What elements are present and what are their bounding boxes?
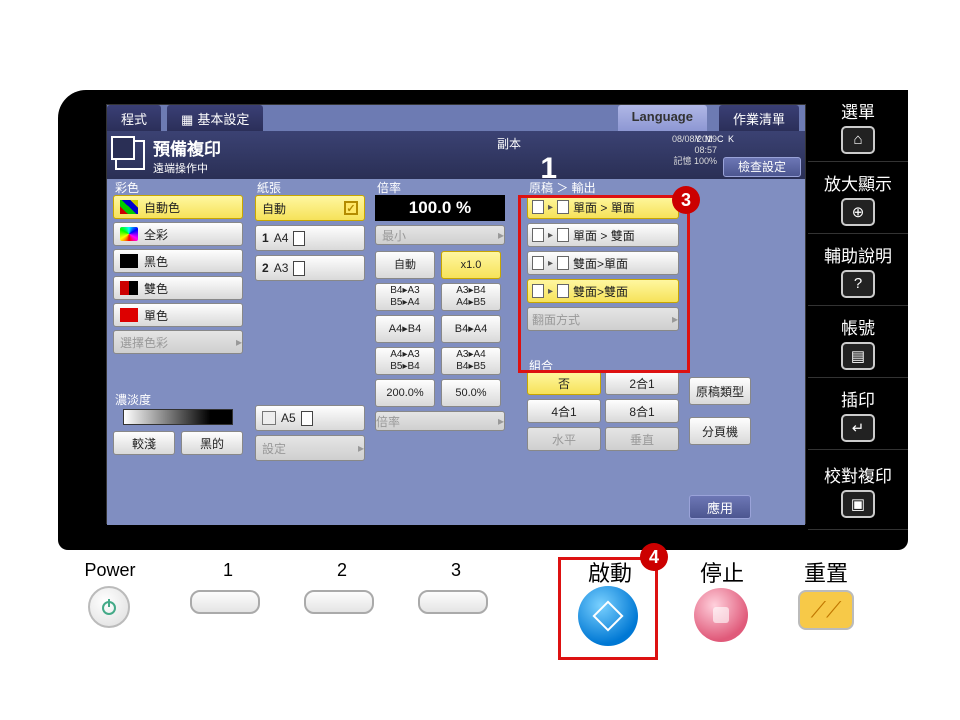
zoom-a4b4[interactable]: A4▸B4 (375, 315, 435, 343)
copy-icon (115, 140, 145, 170)
density-darker[interactable]: 黑的 (181, 431, 243, 455)
help-icon: ? (841, 270, 875, 298)
zoom-a3b4-a4b5[interactable]: A3▸B4A4▸B5 (441, 283, 501, 311)
color-label: 彩色 (115, 179, 139, 196)
combine-2in1[interactable]: 2合1 (605, 371, 679, 395)
check-settings-button[interactable]: 檢查設定 (723, 157, 801, 177)
paper-tray-5[interactable]: A5 (255, 405, 365, 431)
zoom-label: 倍率 (377, 179, 401, 196)
help-key[interactable]: 輔助說明? (808, 234, 908, 306)
zoom-b4a3-b5a4[interactable]: B4▸A3B5▸A4 (375, 283, 435, 311)
num1-label: 1 (198, 560, 258, 581)
finisher-button[interactable]: 分頁機 (689, 417, 751, 445)
status-bar: 預備複印 遠端操作中 副本 1 08/08/2019 08:57 記憶 100%… (107, 131, 805, 179)
stop-icon (713, 607, 729, 623)
power-label: Power (80, 560, 140, 581)
hard-key-strip: 選單⌂ 放大顯示⊕ 輔助說明? 帳號▤ 插印↵ 校對複印▣ (808, 90, 908, 550)
interrupt-key[interactable]: 插印↵ (808, 378, 908, 450)
touchscreen: 程式 ▦基本設定 Language 作業清單 預備複印 遠端操作中 副本 1 0… (106, 104, 806, 524)
color-select: 選擇色彩▸ (113, 330, 243, 354)
simplex-simplex[interactable]: ▸單面 > 單面 (527, 195, 679, 219)
combine-8in1[interactable]: 8合1 (605, 399, 679, 423)
color-full[interactable]: 全彩 (113, 222, 243, 246)
menu-key[interactable]: 選單⌂ (808, 90, 908, 162)
callout-badge-3: 3 (672, 186, 700, 214)
reset-button[interactable]: ⟋⟋ (798, 590, 854, 630)
combine-vertical: 垂直 (605, 427, 679, 451)
original-type-button[interactable]: 原稿類型 (689, 377, 751, 405)
zoom-value: 100.0 % (375, 195, 505, 221)
zoom-x1[interactable]: x1.0 (441, 251, 501, 279)
color-auto[interactable]: 自動色 (113, 195, 243, 219)
duplex-simplex[interactable]: ▸雙面>單面 (527, 251, 679, 275)
simplex-duplex[interactable]: ▸單面 > 雙面 (527, 223, 679, 247)
tab-language[interactable]: Language (618, 105, 707, 131)
combine-horizontal: 水平 (527, 427, 601, 451)
home-icon: ⌂ (841, 126, 875, 154)
tab-job-list[interactable]: 作業清單 (719, 105, 799, 131)
account-icon: ▤ (841, 342, 875, 370)
power-icon (100, 598, 118, 616)
zoom-auto[interactable]: 自動 (375, 251, 435, 279)
duplex-duplex[interactable]: ▸雙面>雙面 (527, 279, 679, 303)
reset-icon: ⟋⟋ (811, 597, 842, 623)
orig-output-label: 原稿 ＞ 輸出 (529, 179, 596, 196)
paper-settings[interactable]: 設定▸ (255, 435, 365, 461)
copies-label: 副本 (497, 135, 557, 152)
status-sub: 遠端操作中 (153, 160, 221, 176)
zoom-50[interactable]: 50.0% (441, 379, 501, 407)
status-title: 預備複印 (153, 135, 221, 160)
paper-tray-2[interactable]: 2A3 (255, 255, 365, 281)
zoom-in-icon: ⊕ (841, 198, 875, 226)
combine-none[interactable]: 否 (527, 371, 601, 395)
stop-label: 停止 (692, 556, 752, 588)
device-bezel: 程式 ▦基本設定 Language 作業清單 預備複印 遠端操作中 副本 1 0… (58, 90, 908, 550)
paper-tray-1[interactable]: 1A4 (255, 225, 365, 251)
num3-label: 3 (426, 560, 486, 581)
start-label: 啟動 (580, 556, 640, 588)
color-single[interactable]: 單色 (113, 303, 243, 327)
tab-basic[interactable]: ▦基本設定 (167, 105, 263, 131)
zoom-a4a3-b5b4[interactable]: A4▸A3B5▸B4 (375, 347, 435, 375)
binding-position[interactable]: 翻面方式▸ (527, 307, 679, 331)
num3-button[interactable] (418, 590, 488, 614)
zoom-footer[interactable]: 倍率▸ (375, 411, 505, 431)
account-key[interactable]: 帳號▤ (808, 306, 908, 378)
zoom-a3a4-b4b5[interactable]: A3▸A4B4▸B5 (441, 347, 501, 375)
toner-ymck: Y M C K (695, 134, 735, 144)
tab-program[interactable]: 程式 (107, 105, 161, 131)
density-scale (123, 409, 233, 425)
num2-button[interactable] (304, 590, 374, 614)
combine-4in1[interactable]: 4合1 (527, 399, 601, 423)
paper-label: 紙張 (257, 179, 281, 196)
stop-button[interactable] (694, 588, 748, 642)
apply-button[interactable]: 應用 (689, 495, 751, 519)
density-lighter[interactable]: 較淺 (113, 431, 175, 455)
reset-label: 重置 (796, 556, 856, 588)
paper-auto[interactable]: 自動✓ (255, 195, 365, 221)
color-two[interactable]: 雙色 (113, 276, 243, 300)
zoom-min[interactable]: 最小▸ (375, 225, 505, 245)
proof-copy-key[interactable]: 校對複印▣ (808, 450, 908, 530)
num1-button[interactable] (190, 590, 260, 614)
color-black[interactable]: 黑色 (113, 249, 243, 273)
start-icon (592, 600, 623, 631)
power-button[interactable] (88, 586, 130, 628)
num2-label: 2 (312, 560, 372, 581)
zoom-200[interactable]: 200.0% (375, 379, 435, 407)
interrupt-icon: ↵ (841, 414, 875, 442)
proof-icon: ▣ (841, 490, 875, 518)
start-button[interactable] (578, 586, 638, 646)
zoom-b4a4[interactable]: B4▸A4 (441, 315, 501, 343)
enlarge-key[interactable]: 放大顯示⊕ (808, 162, 908, 234)
